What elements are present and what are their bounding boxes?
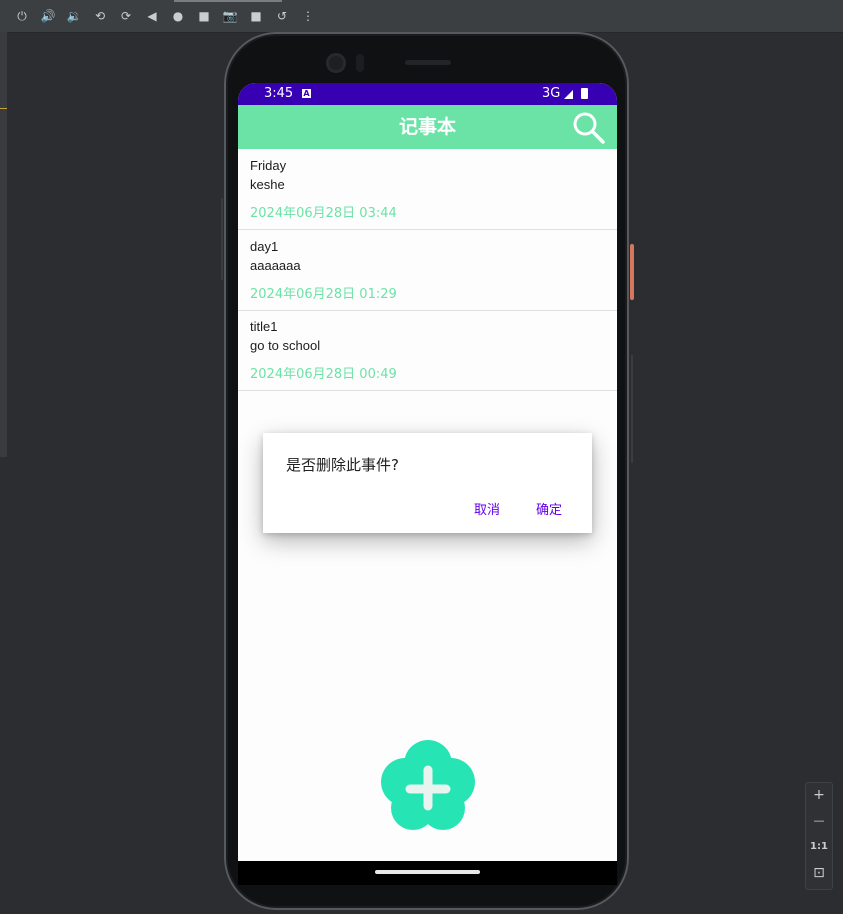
signal-icon [564,90,573,99]
note-list-item[interactable]: title1 go to school 2024年06月28日 00:49 [238,310,617,391]
overview-icon[interactable]: ■ [196,8,212,24]
rotate-left-icon[interactable]: ⟲ [92,8,108,24]
app-title: 记事本 [398,116,456,138]
phone-screen: 3:45 A 3G 记事本 Friday keshe 2024年06月28日 0… [238,83,617,861]
note-title: day1 [250,239,279,254]
earpiece-speaker [405,60,451,65]
volume-up-icon[interactable]: 🔊 [40,8,56,24]
rotate-right-icon[interactable]: ⟳ [118,8,134,24]
back-icon[interactable]: ◀ [144,8,160,24]
status-time: 3:45 [264,86,294,101]
note-body: aaaaaaa [250,258,301,273]
actual-size-button[interactable]: 1:1 [806,841,832,852]
note-list-item[interactable]: Friday keshe 2024年06月28日 03:44 [238,149,617,230]
zoom-out-button[interactable]: — [806,814,832,827]
camera-sensor [356,54,364,72]
delete-confirm-dialog: 是否删除此事件? 取消 确定 [263,433,592,533]
add-note-button[interactable] [380,738,476,834]
phone-volume-button[interactable] [631,355,633,463]
confirm-button[interactable]: 确定 [536,499,562,518]
note-date: 2024年06月28日 01:29 [250,287,397,302]
dialog-message: 是否删除此事件? [286,456,399,474]
note-date: 2024年06月28日 00:49 [250,367,397,382]
toolbar-tab-indicator [174,0,282,2]
ide-left-accent-line [0,108,7,109]
zoom-in-button[interactable]: + [806,787,832,803]
note-title: Friday [250,158,287,173]
cancel-button[interactable]: 取消 [474,499,500,518]
notification-icon: A [302,89,311,98]
note-list-item[interactable]: day1 aaaaaaa 2024年06月28日 01:29 [238,230,617,311]
home-icon[interactable]: ● [170,8,186,24]
note-body: keshe [250,177,285,192]
note-date: 2024年06月28日 03:44 [250,206,397,221]
status-bar: 3:45 A 3G [238,83,617,105]
ide-left-panel-edge [0,32,7,457]
phone-left-button [221,198,223,280]
note-title: title1 [250,319,278,334]
search-icon[interactable] [572,111,606,145]
emulator-zoom-panel: + — 1:1 ⊡ [805,782,833,890]
record-icon[interactable]: ■ [248,8,264,24]
volume-down-icon[interactable]: 🔉 [66,8,82,24]
home-gesture-handle[interactable] [375,870,480,874]
emulator-toolbar: ⏻ 🔊 🔉 ⟲ ⟳ ◀ ● ■ 📷 ■ ↺ ⋮ [0,0,843,33]
fit-screen-icon[interactable]: ⊡ [806,865,832,881]
power-icon[interactable]: ⏻ [14,8,30,24]
phone-power-button[interactable] [630,244,634,300]
app-bar: 记事本 [238,105,617,149]
note-body: go to school [250,338,321,353]
camera-icon[interactable]: 📷 [222,8,238,24]
network-type: 3G [542,86,561,101]
front-camera [326,53,346,73]
more-icon[interactable]: ⋮ [300,8,316,24]
gesture-nav-bar [238,861,617,885]
restore-icon[interactable]: ↺ [274,8,290,24]
battery-icon [581,88,588,99]
